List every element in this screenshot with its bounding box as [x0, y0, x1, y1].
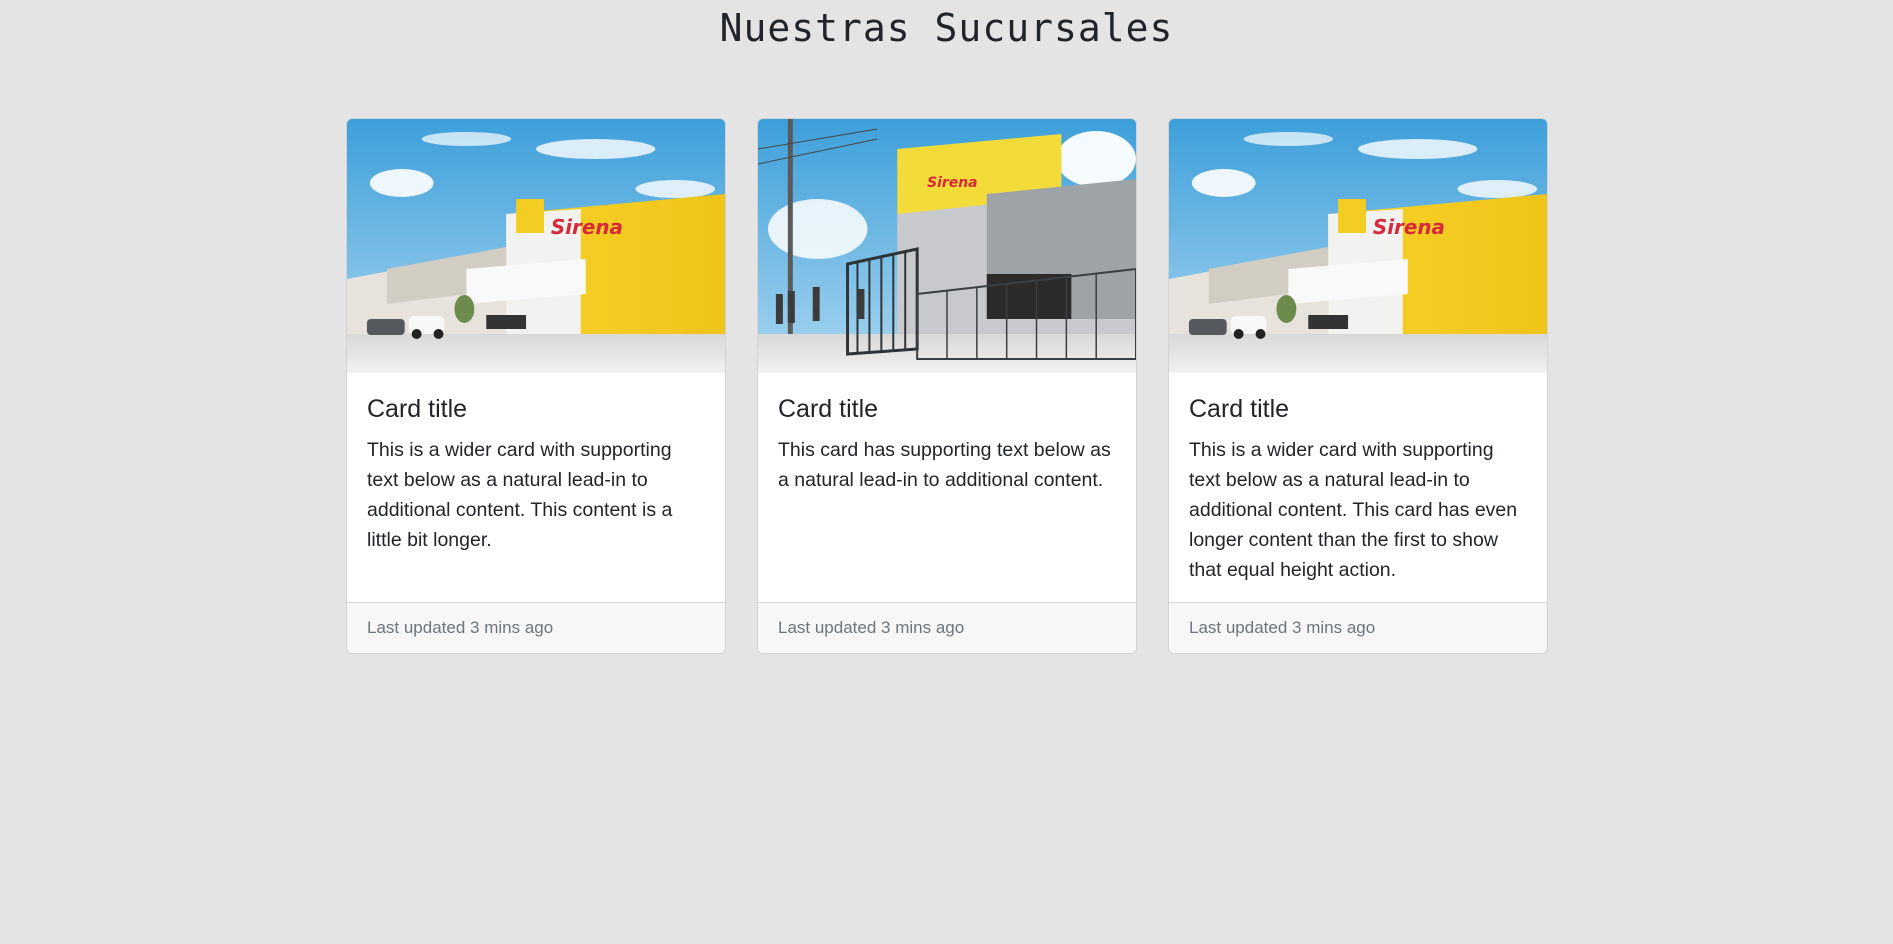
svg-text:Sirena: Sirena	[551, 215, 623, 239]
branch-card: Sirena Card title This card has supporti…	[757, 118, 1137, 654]
card-body: Card title This card has supporting text…	[758, 373, 1136, 602]
store-building-photo: Sirena	[347, 119, 725, 373]
card-body: Card title This is a wider card with sup…	[1169, 373, 1547, 602]
card-title: Card title	[1189, 395, 1290, 423]
page-title: Nuestras Sucursales	[719, 6, 1174, 50]
branch-card: Sirena Card title This is a wider card w…	[346, 118, 726, 654]
card-text: This is a wider card with supporting tex…	[367, 439, 673, 551]
card-footer: Last updated 3 mins ago	[347, 602, 725, 653]
svg-text:Sirena: Sirena	[927, 175, 977, 191]
card-body: Card title This is a wider card with sup…	[347, 373, 725, 602]
store-entrance-photo: Sirena	[758, 119, 1136, 373]
branch-cards: Sirena Card title This is a wider card w…	[346, 118, 1548, 654]
card-footer: Last updated 3 mins ago	[758, 602, 1136, 653]
card-title: Card title	[778, 395, 879, 423]
svg-text:Sirena: Sirena	[1373, 215, 1445, 239]
card-footer: Last updated 3 mins ago	[1169, 602, 1547, 653]
branch-card: Sirena Card title This is a wider card w…	[1168, 118, 1548, 654]
card-title: Card title	[367, 395, 468, 423]
card-text: This is a wider card with supporting tex…	[1189, 439, 1518, 581]
card-text: This card has supporting text below as a…	[778, 439, 1111, 491]
store-building-photo: Sirena	[1169, 119, 1547, 373]
